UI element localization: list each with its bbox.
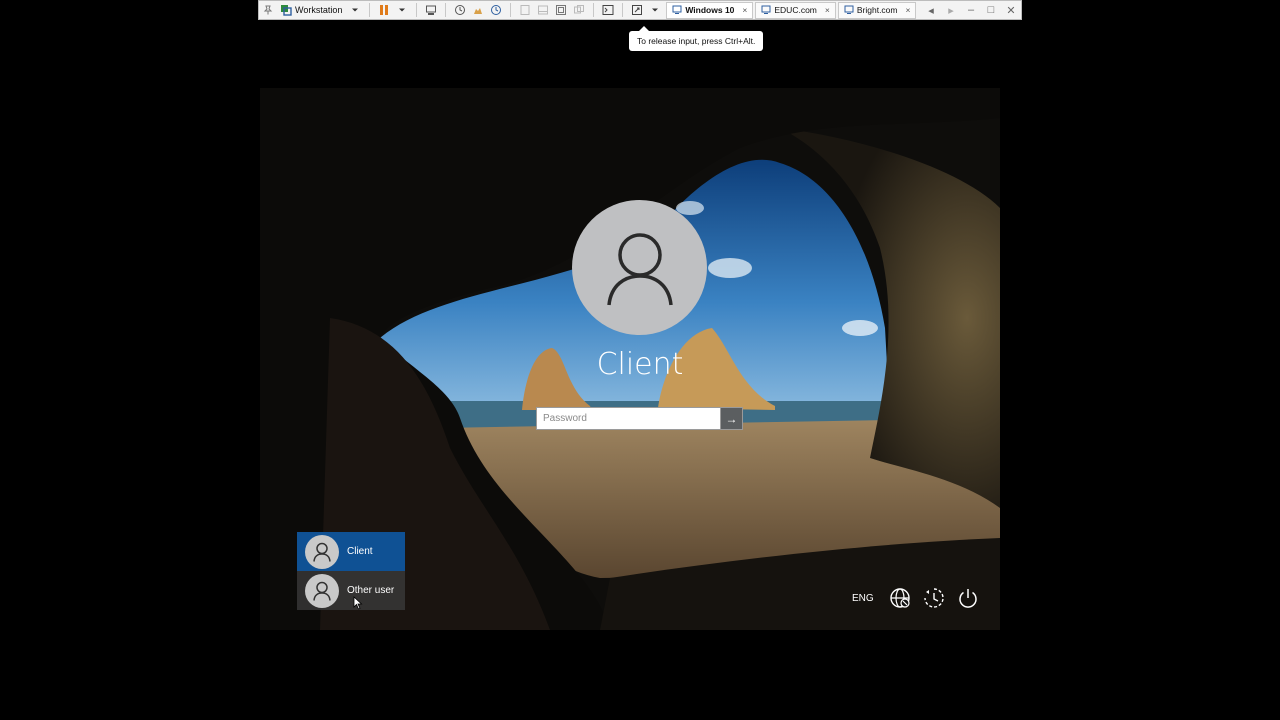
full-screen-icon[interactable]: [555, 4, 567, 16]
user-icon: [313, 542, 331, 562]
toolbar-divider: [369, 3, 371, 17]
pause-icon[interactable]: [378, 4, 390, 16]
workstation-menu[interactable]: Workstation: [295, 5, 342, 15]
submit-arrow-button[interactable]: →: [720, 407, 743, 430]
snapshot-manager-icon[interactable]: [490, 4, 502, 16]
unity-icon[interactable]: [573, 4, 585, 16]
snapshot-icon[interactable]: [454, 4, 466, 16]
user-tile-client[interactable]: Client: [297, 532, 405, 571]
user-tile-label: Other user: [347, 585, 395, 596]
avatar: [305, 573, 339, 608]
close-tab-icon[interactable]: ×: [825, 5, 830, 15]
user-icon: [606, 232, 673, 305]
power-icon[interactable]: [956, 586, 980, 610]
scroll-tabs-right-icon[interactable]: ▸: [941, 4, 961, 17]
toolbar-divider: [510, 3, 512, 17]
console-view-icon[interactable]: [602, 4, 614, 16]
password-box: →: [536, 407, 743, 430]
show-library-icon[interactable]: [519, 4, 531, 16]
user-icon: [313, 581, 331, 601]
vmware-toolbar: Workstation Windows 10 × EDUC.com × Brig…: [258, 0, 1022, 20]
vm-icon: [844, 5, 854, 14]
tab-label: Windows 10: [685, 5, 735, 15]
tab-educ-com[interactable]: EDUC.com ×: [755, 1, 836, 19]
tab-label: EDUC.com: [774, 5, 817, 15]
close-tab-icon[interactable]: ×: [742, 5, 747, 15]
toolbar-divider: [593, 3, 595, 17]
tab-bright-com[interactable]: Bright.com ×: [837, 1, 917, 19]
lock-screen-tray: ENG: [852, 586, 990, 610]
network-icon[interactable]: [888, 586, 912, 610]
password-field[interactable]: [536, 407, 720, 430]
release-input-tooltip: To release input, press Ctrl+Alt.: [629, 26, 764, 51]
vm-icon: [761, 5, 771, 14]
window-controls: ◂ ▸ – □ ✕: [921, 4, 1021, 17]
toolbar-divider: [622, 3, 624, 17]
tab-label: Bright.com: [856, 5, 898, 15]
user-switcher-list: Client Other user: [297, 532, 405, 610]
stretch-guest-icon[interactable]: [631, 4, 643, 16]
toolbar-divider: [445, 3, 447, 17]
user-name-label: Client: [596, 347, 684, 382]
minimize-icon[interactable]: –: [961, 4, 981, 16]
maximize-icon[interactable]: □: [981, 4, 1001, 16]
language-indicator[interactable]: ENG: [852, 593, 874, 604]
arrow-right-icon: →: [725, 411, 738, 426]
revert-snapshot-icon[interactable]: [472, 4, 484, 16]
scroll-tabs-left-icon[interactable]: ◂: [921, 4, 941, 17]
close-icon[interactable]: ✕: [1001, 4, 1021, 17]
vm-icon: [672, 5, 682, 14]
send-ctrl-alt-del-icon[interactable]: [425, 4, 437, 16]
tab-windows-10[interactable]: Windows 10 ×: [666, 1, 754, 19]
thumbnail-bar-icon[interactable]: [537, 4, 549, 16]
user-tile-other-user[interactable]: Other user: [297, 571, 405, 610]
ease-of-access-icon[interactable]: [922, 586, 946, 610]
chevron-down-icon[interactable]: [349, 4, 361, 16]
user-tile-label: Client: [347, 546, 373, 557]
mouse-cursor-icon: [353, 596, 363, 610]
close-tab-icon[interactable]: ×: [905, 5, 910, 15]
chevron-down-icon[interactable]: [396, 4, 408, 16]
toolbar-divider: [416, 3, 418, 17]
pin-icon[interactable]: [262, 4, 274, 16]
chevron-down-icon[interactable]: [649, 4, 661, 16]
workstation-logo-icon: [280, 4, 292, 16]
user-avatar: [572, 200, 707, 335]
avatar: [305, 534, 339, 569]
